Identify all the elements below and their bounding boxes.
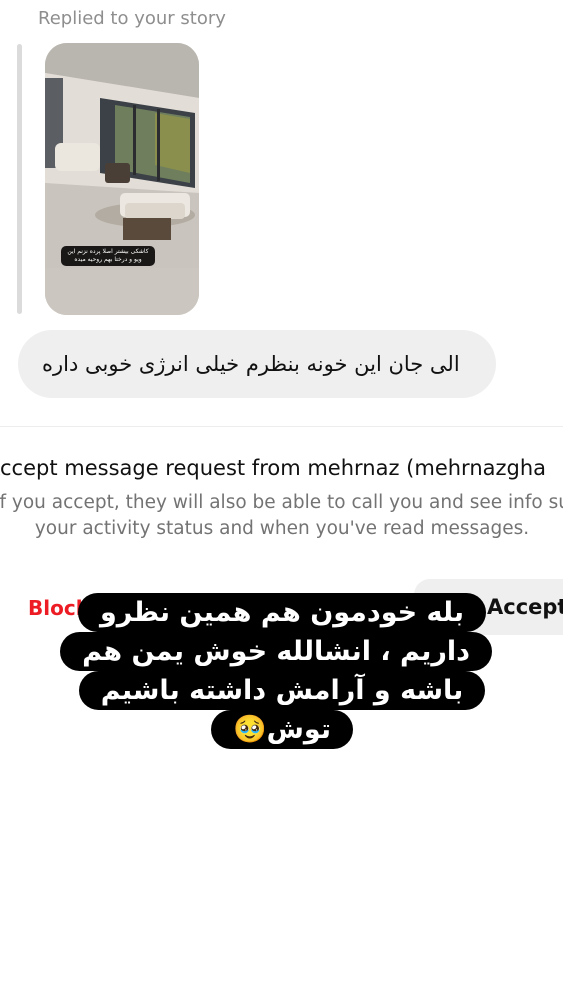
request-info: If you accept, they will also be able to… (0, 490, 563, 542)
request-info-line-1: If you accept, they will also be able to… (0, 492, 563, 513)
reply-indicator-bar (17, 44, 22, 314)
request-title: Accept message request from mehrnaz (meh… (0, 456, 547, 480)
divider (0, 426, 563, 427)
story-thumbnail[interactable]: کاشکی بیشتر اصلا پرده نزنم این ویو و درخ… (45, 43, 199, 315)
story-caption: کاشکی بیشتر اصلا پرده نزنم این ویو و درخ… (61, 246, 155, 266)
message-text: الی جان این خونه بنظرم خیلی انرژی خوبی د… (42, 352, 460, 376)
story-image (45, 43, 199, 315)
replied-to-story-label: Replied to your story (38, 8, 226, 29)
overlay-text: بله خودمون هم همین نظرو داریم ، انشالله … (60, 593, 492, 749)
request-info-line-2: your activity status and when you've rea… (34, 518, 530, 539)
message-bubble[interactable]: الی جان این خونه بنظرم خیلی انرژی خوبی د… (18, 330, 496, 398)
story-text-overlay: بله خودمون هم همین نظرو داریم ، انشالله … (60, 593, 492, 749)
